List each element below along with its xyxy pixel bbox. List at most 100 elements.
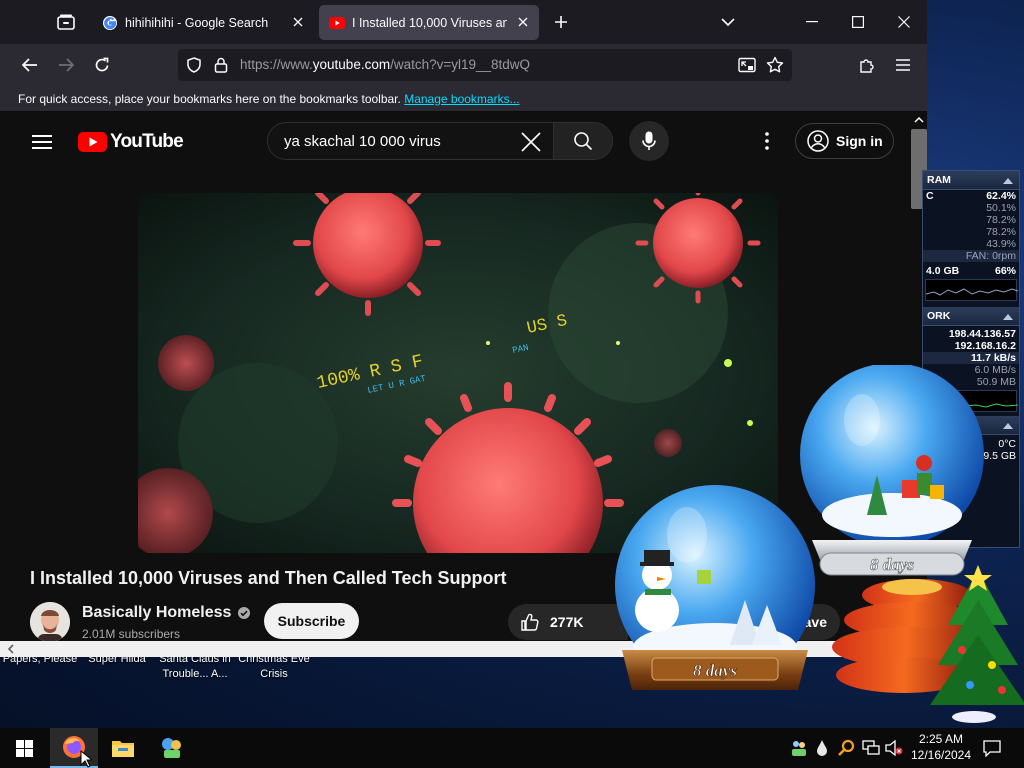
folder-icon bbox=[112, 741, 134, 757]
sign-in-label: Sign in bbox=[836, 133, 883, 149]
close-window-button[interactable] bbox=[886, 4, 922, 40]
clock-date: 12/16/2024 bbox=[910, 748, 972, 762]
windows-logo-icon bbox=[15, 739, 33, 757]
subscribe-button[interactable]: Subscribe bbox=[264, 603, 359, 639]
search-button[interactable] bbox=[554, 123, 612, 159]
snowglobe-caption: 8 days bbox=[693, 661, 737, 680]
network-tray-icon[interactable] bbox=[862, 740, 880, 756]
taskbar: 2:25 AM 12/16/2024 bbox=[0, 728, 1024, 768]
search-tray-icon[interactable] bbox=[838, 739, 856, 757]
subscriber-count: 2.01M subscribers bbox=[82, 627, 181, 641]
plus-icon bbox=[555, 16, 567, 28]
sign-in-button[interactable]: Sign in bbox=[795, 123, 894, 159]
search-box[interactable]: ya skachal 10 000 virus bbox=[267, 122, 613, 160]
close-tab-icon[interactable] bbox=[290, 14, 306, 30]
minimize-button[interactable] bbox=[794, 4, 830, 40]
cpu-core: 78.2% bbox=[986, 226, 1016, 238]
reload-button[interactable] bbox=[88, 51, 116, 79]
like-count: 277K bbox=[550, 614, 584, 630]
cpu-core: 50.1% bbox=[986, 202, 1016, 214]
firefox-view-button[interactable] bbox=[50, 8, 82, 36]
clock[interactable]: 2:25 AM 12/16/2024 bbox=[906, 731, 976, 763]
close-tab-icon[interactable] bbox=[515, 14, 531, 30]
bookmark-star-icon[interactable] bbox=[766, 56, 784, 79]
tab-google-search[interactable]: hihihihihi - Google Search bbox=[92, 5, 314, 40]
picture-in-picture-icon[interactable] bbox=[738, 57, 756, 78]
external-ip: 198.44.136.57 bbox=[948, 328, 1016, 340]
app-menu-button[interactable] bbox=[889, 51, 917, 79]
clear-search-icon[interactable] bbox=[518, 129, 544, 155]
scroll-up-arrow-icon[interactable] bbox=[911, 113, 927, 127]
app-icon bbox=[162, 738, 181, 758]
new-tab-button[interactable] bbox=[548, 9, 574, 35]
account-icon bbox=[807, 130, 829, 152]
snowglobe-right[interactable]: 8 days bbox=[800, 365, 984, 576]
mouse-cursor-icon bbox=[80, 750, 92, 768]
start-button[interactable] bbox=[0, 728, 48, 768]
search-input[interactable]: ya skachal 10 000 virus bbox=[284, 133, 441, 150]
cpu-core: 78.2% bbox=[986, 214, 1016, 226]
notifications-icon[interactable] bbox=[983, 739, 1001, 757]
cpu-total: 62.4% bbox=[986, 190, 1016, 202]
youtube-logo[interactable]: YouTube bbox=[78, 130, 184, 154]
christmas-decorations: 8 days 8 days bbox=[615, 365, 1024, 723]
people-tray-icon[interactable] bbox=[790, 739, 808, 757]
gadget-network-header: ORK bbox=[923, 307, 1019, 326]
taskbar-firefox[interactable] bbox=[50, 728, 98, 768]
cpu-core: 43.9% bbox=[986, 238, 1016, 250]
tab-youtube-video[interactable]: I Installed 10,000 Viruses and Th bbox=[319, 5, 539, 40]
arrow-left-icon bbox=[22, 58, 37, 72]
url-text[interactable]: https://www.youtube.com/watch?v=yl19__8t… bbox=[240, 57, 530, 72]
like-button[interactable]: 277K bbox=[508, 604, 628, 640]
taskbar-file-explorer[interactable] bbox=[99, 728, 147, 768]
maximize-button[interactable] bbox=[840, 4, 876, 40]
arrow-right-icon bbox=[59, 58, 74, 72]
snowglobe-left[interactable]: 8 days bbox=[615, 485, 815, 690]
google-icon bbox=[102, 15, 118, 31]
url-prefix: https://www. bbox=[240, 57, 313, 72]
hamburger-icon bbox=[896, 59, 910, 71]
cpu-label: C bbox=[926, 190, 934, 202]
reload-icon bbox=[95, 57, 109, 72]
lock-icon[interactable] bbox=[214, 57, 228, 78]
minimize-icon bbox=[806, 21, 818, 23]
back-button[interactable] bbox=[16, 51, 44, 79]
collapse-icon[interactable] bbox=[1003, 178, 1013, 184]
desktop-icon-label: Santa Claus in Trouble... A... bbox=[159, 653, 231, 680]
maximize-icon bbox=[852, 16, 864, 28]
search-icon bbox=[574, 132, 593, 151]
clock-time: 2:25 AM bbox=[918, 732, 964, 746]
snowglobe-caption: 8 days bbox=[870, 555, 914, 574]
extensions-button[interactable] bbox=[853, 51, 881, 79]
collapse-icon[interactable] bbox=[1003, 314, 1013, 320]
gadget-ram-title: RAM bbox=[927, 174, 951, 186]
address-bar[interactable]: https://www.youtube.com/watch?v=yl19__8t… bbox=[178, 49, 792, 81]
url-domain: youtube.com bbox=[312, 57, 391, 72]
channel-avatar[interactable] bbox=[30, 602, 70, 642]
settings-more-button[interactable] bbox=[754, 128, 780, 154]
more-vertical-icon bbox=[765, 132, 769, 150]
scroll-left-arrow-icon[interactable] bbox=[4, 641, 18, 657]
guide-menu-icon[interactable] bbox=[28, 130, 56, 154]
manage-bookmarks-link[interactable]: Manage bookmarks... bbox=[404, 92, 519, 106]
video-title: I Installed 10,000 Viruses and Then Call… bbox=[30, 568, 507, 588]
taskbar-app[interactable] bbox=[148, 728, 196, 768]
list-all-tabs-button[interactable] bbox=[710, 4, 746, 40]
memory-percent: 66% bbox=[994, 265, 1016, 277]
volume-muted-icon[interactable] bbox=[885, 740, 903, 756]
puzzle-icon bbox=[860, 59, 874, 73]
close-icon bbox=[898, 16, 910, 28]
voice-search-button[interactable] bbox=[629, 121, 669, 161]
firefox-view-icon bbox=[57, 14, 75, 30]
tab-title: hihihihihi - Google Search bbox=[125, 15, 269, 30]
internal-ip: 192.168.16.2 bbox=[954, 340, 1016, 352]
bookmarks-toolbar: For quick access, place your bookmarks h… bbox=[0, 86, 927, 112]
forward-button[interactable] bbox=[52, 51, 80, 79]
virus-shape bbox=[158, 335, 214, 391]
tracking-protection-icon[interactable] bbox=[186, 57, 202, 78]
bookmarks-hint: For quick access, place your bookmarks h… bbox=[18, 92, 401, 106]
channel-name[interactable]: Basically Homeless bbox=[82, 604, 251, 622]
droplet-tray-icon[interactable] bbox=[815, 739, 829, 757]
memory-graph bbox=[925, 279, 1019, 301]
desktop-icon-label: Christmas Eve Crisis bbox=[238, 653, 310, 680]
